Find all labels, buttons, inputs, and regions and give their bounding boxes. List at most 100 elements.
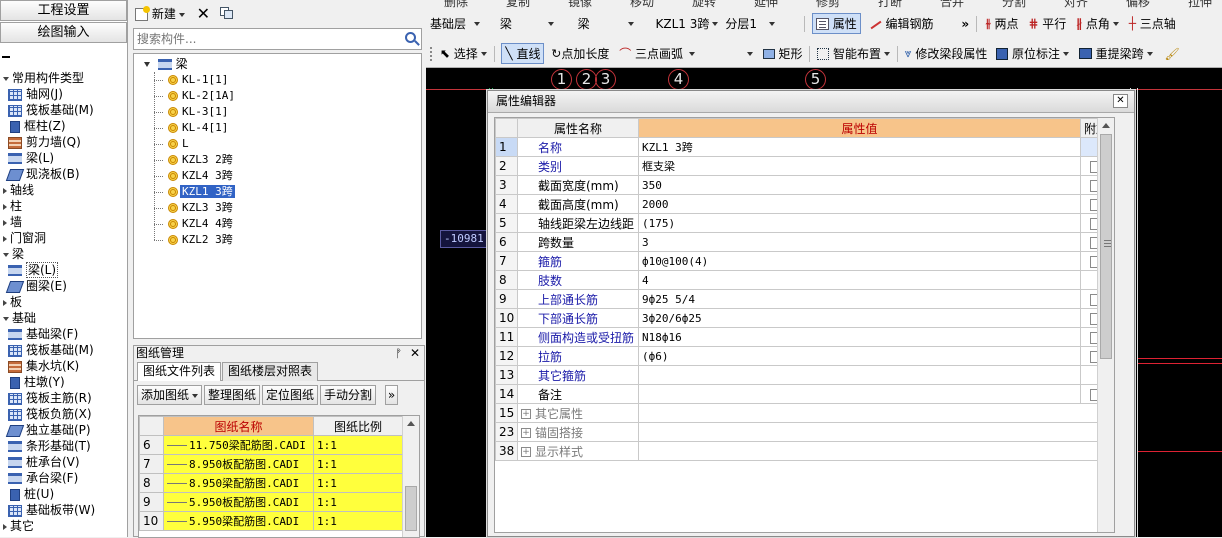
cut-tool-label[interactable]: 镜像 <box>568 0 592 8</box>
drawing-scale[interactable]: 1:1 <box>313 492 403 512</box>
toolbar-more-icon[interactable]: » <box>961 17 969 31</box>
tree-item[interactable]: 桩(U) <box>0 486 127 502</box>
component-item[interactable]: KZL3 2跨 <box>154 152 421 168</box>
locate-drawing-button[interactable]: 定位图纸 <box>262 385 319 405</box>
tree-item[interactable]: 柱墩(Y) <box>0 374 127 390</box>
tree-item[interactable]: 梁(L) <box>0 150 127 166</box>
expanded-icon[interactable] <box>3 252 9 257</box>
tree-category[interactable]: 其它 <box>0 518 127 534</box>
property-row[interactable]: 5 轴线距梁左边线距 (175) <box>495 213 1111 233</box>
parallel-tool[interactable]: ⋕ 平行 <box>1028 15 1066 32</box>
type-select-2[interactable]: 梁 <box>578 15 650 32</box>
drawing-name-cell[interactable]: 8.950梁配筋图.CADI <box>163 473 314 493</box>
property-row[interactable]: 11 侧面构造或受扭筋 N18ф16 <box>495 327 1111 347</box>
tree-category[interactable]: 梁 <box>0 246 127 262</box>
tree-item[interactable]: 筏板基础(M) <box>0 342 127 358</box>
property-row[interactable]: 2 类别 框支梁 <box>495 156 1111 176</box>
tree-item[interactable]: 独立基础(P) <box>0 422 127 438</box>
collapsed-icon[interactable] <box>3 299 7 306</box>
property-row[interactable]: 14 备注 <box>495 384 1111 404</box>
property-row[interactable]: 10 下部通长筋 3ф20/6ф25 <box>495 308 1111 328</box>
property-value[interactable] <box>638 365 1081 385</box>
organize-drawing-button[interactable]: 整理图纸 <box>204 385 261 405</box>
smart-layout-tool[interactable]: 智能布置 <box>817 45 891 62</box>
drawing-scrollbar[interactable] <box>402 416 419 537</box>
edit-rebar-button[interactable]: 编辑钢筋 <box>869 15 933 32</box>
collapsed-icon[interactable] <box>3 203 7 210</box>
property-row[interactable]: 9 上部通长筋 9ф25 5/4 <box>495 289 1111 309</box>
brush-icon[interactable]: 🖌 <box>1165 47 1180 61</box>
tree-category[interactable]: 柱 <box>0 198 127 214</box>
component-item[interactable]: KL-3[1] <box>154 104 421 120</box>
component-item[interactable]: KZL2 3跨 <box>154 232 421 248</box>
pin-icon[interactable]: ᚡ <box>395 346 402 361</box>
property-value[interactable]: (175) <box>638 213 1081 233</box>
property-value[interactable]: 3ф20/6ф25 <box>638 308 1081 328</box>
modify-beam-prop-tool[interactable]: ⩔ 修改梁段属性 <box>905 45 988 62</box>
cut-tool-label[interactable]: 移动 <box>630 0 654 8</box>
property-value[interactable]: 350 <box>638 175 1081 195</box>
drawing-scale[interactable]: 1:1 <box>313 473 403 493</box>
component-item[interactable]: KL-1[1] <box>154 72 421 88</box>
component-select[interactable]: KZL1 3跨 <box>655 15 719 32</box>
component-item[interactable]: KL-2[1A] <box>154 88 421 104</box>
collapsed-icon[interactable] <box>3 235 7 242</box>
property-row[interactable]: 4 截面高度(mm) 2000 <box>495 194 1111 214</box>
three-point-arc-tool[interactable]: ⌒ 三点画弧 <box>619 45 696 62</box>
property-row[interactable]: 1 名称 KZL1 3跨 <box>495 137 1111 157</box>
search-icon[interactable] <box>405 32 420 46</box>
table-row[interactable]: 8 8.950梁配筋图.CADI 1:1 <box>139 473 403 493</box>
property-row[interactable]: 6 跨数量 3 <box>495 232 1111 252</box>
collapsed-icon[interactable] <box>3 187 7 194</box>
three-point-axis-tool[interactable]: ┼ 三点轴 <box>1129 15 1176 32</box>
property-row[interactable]: 13 其它箍筋 <box>495 365 1111 385</box>
property-value[interactable]: KZL1 3跨 <box>638 137 1081 157</box>
collapse-icon[interactable] <box>144 62 150 67</box>
drawing-scale[interactable]: 1:1 <box>313 435 403 455</box>
point-length-tool[interactable]: ↻点加长度 <box>551 45 609 62</box>
tree-category[interactable]: 基础 <box>0 310 127 326</box>
drawing-name-cell[interactable]: 5.950梁配筋图.CADI <box>163 511 314 531</box>
expand-icon[interactable]: + <box>521 409 531 419</box>
more-buttons-icon[interactable]: » <box>384 385 399 405</box>
expand-icon[interactable]: + <box>521 428 531 438</box>
property-value[interactable]: 9ф25 5/4 <box>638 289 1081 309</box>
cut-tool-label[interactable]: 拉伸 <box>1188 0 1212 8</box>
in-situ-annotation-tool[interactable]: 原位标注 <box>996 45 1070 62</box>
drawing-scale[interactable]: 1:1 <box>313 454 403 474</box>
property-value[interactable]: 2000 <box>638 194 1081 214</box>
axis-bubble[interactable]: 5 <box>805 69 826 90</box>
axis-bubble[interactable]: 4 <box>668 69 689 90</box>
tree-item[interactable]: 剪力墙(Q) <box>0 134 127 150</box>
tree-item[interactable]: 集水坑(K) <box>0 358 127 374</box>
property-button[interactable]: 属性 <box>811 13 861 34</box>
dialog-close-icon[interactable]: ✕ <box>1113 94 1128 108</box>
sidebar-minus-icon[interactable] <box>0 43 127 73</box>
drawing-name-cell[interactable]: 11.750梁配筋图.CADI <box>163 435 314 455</box>
cut-tool-label[interactable]: 复制 <box>506 0 530 8</box>
table-row[interactable]: 9 5.950板配筋图.CADI 1:1 <box>139 492 403 512</box>
tree-item[interactable]: 轴网(J) <box>0 86 127 102</box>
manual-split-button[interactable]: 手动分割 <box>320 385 377 405</box>
tree-item[interactable]: 筏板主筋(R) <box>0 390 127 406</box>
scroll-up-icon[interactable] <box>407 421 415 426</box>
col-drawing-scale[interactable]: 图纸比例 <box>313 416 403 436</box>
property-value[interactable]: 4 <box>638 270 1081 290</box>
drawing-name-cell[interactable]: 5.950板配筋图.CADI <box>163 492 314 512</box>
drawing-input-button[interactable]: 绘图输入 <box>0 22 127 43</box>
tree-root[interactable]: 梁 <box>134 56 421 72</box>
expanded-icon[interactable] <box>3 76 9 81</box>
property-scroll-thumb[interactable] <box>1100 134 1112 359</box>
sublayer-select[interactable]: 分层1 <box>725 15 797 32</box>
property-row[interactable]: 23 + 锚固搭接 <box>495 422 1111 442</box>
col-property-name[interactable]: 属性名称 <box>517 118 639 138</box>
component-item[interactable]: KL-4[1] <box>154 120 421 136</box>
two-point-tool[interactable]: ⫳ 两点 <box>986 15 1019 32</box>
component-item[interactable]: KZL3 3跨 <box>154 200 421 216</box>
tree-category[interactable]: 门窗洞 <box>0 230 127 246</box>
project-settings-button[interactable]: 工程设置 <box>0 0 127 21</box>
tree-item[interactable]: 条形基础(T) <box>0 438 127 454</box>
cut-tool-label[interactable]: 合并 <box>940 0 964 8</box>
property-value[interactable]: 3 <box>638 232 1081 252</box>
tree-item[interactable]: 圈梁(E) <box>0 278 127 294</box>
